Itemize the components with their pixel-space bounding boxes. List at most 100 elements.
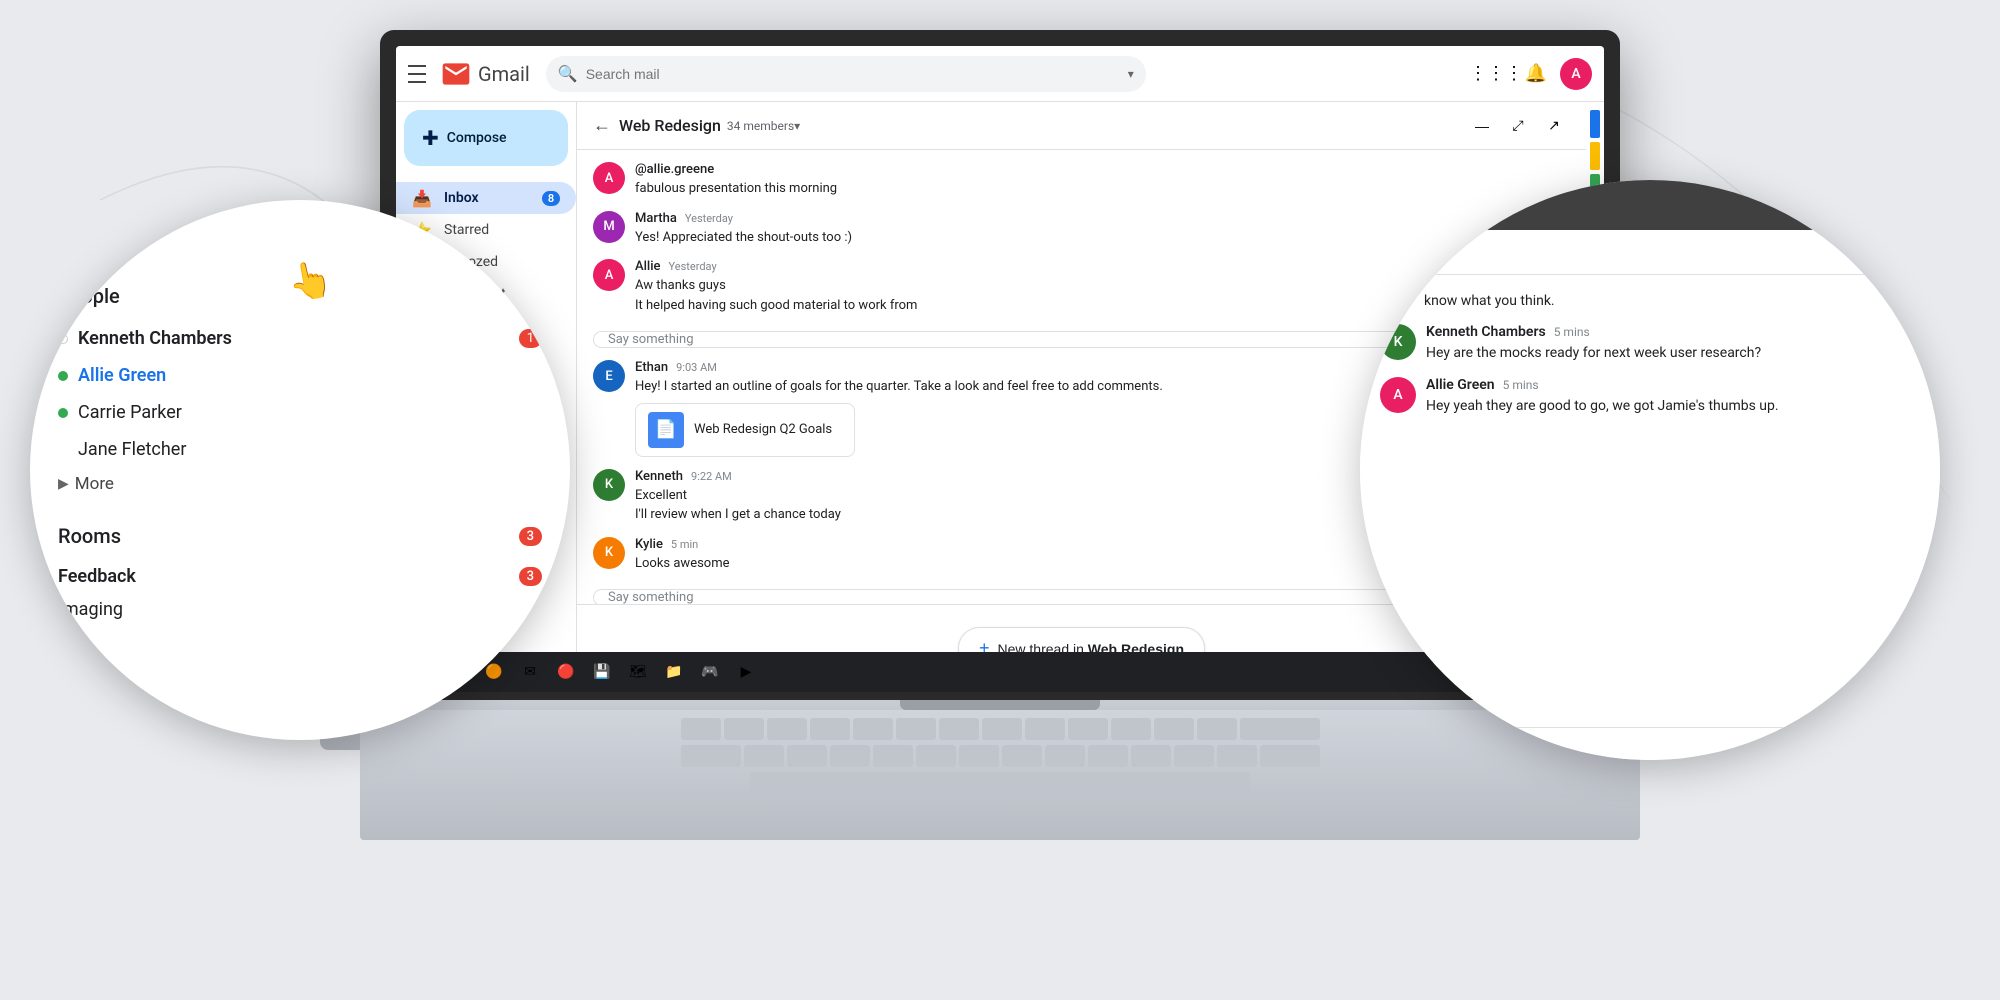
zoom-dropdown-label[interactable]: ▾: [92, 230, 102, 254]
thread-title: Web Redesign: [619, 116, 721, 135]
taskbar-icon-6[interactable]: 🗺: [624, 658, 652, 686]
msg-time-kylie: 5 min: [671, 538, 698, 551]
msg-time-kenneth: 9:22 AM: [691, 470, 732, 483]
msg-content-kenneth: Kenneth 9:22 AM ExcellentI'll review whe…: [635, 469, 841, 525]
kenneth-offline-dot: [58, 334, 68, 344]
msg-text-kylie: Looks awesome: [635, 554, 730, 574]
zoom-kenneth-time: 5 mins: [1554, 325, 1590, 339]
imaging-room-name: Imaging: [58, 599, 123, 620]
search-dropdown-icon[interactable]: ▾: [1128, 67, 1134, 81]
zoom-kenneth-sender: Kenneth Chambers: [1426, 324, 1546, 340]
msg-header: @allie.greene: [635, 162, 837, 177]
chat-expand-button[interactable]: ⤢: [1864, 193, 1888, 217]
zoom-nav-text: ▾: [92, 230, 102, 254]
thread-members: 34 members: [727, 119, 794, 133]
msg-time-allie: Yesterday: [669, 260, 717, 273]
compose-button[interactable]: ✚ Compose: [404, 110, 568, 166]
zoom-chat-actions: — ⤢ ✕: [1832, 193, 1920, 217]
attachment-card[interactable]: 📄 Web Redesign Q2 Goals: [635, 403, 855, 457]
zoom-allie-sender: Allie Green: [1426, 377, 1495, 393]
zoom-messages: know what you think. K Kenneth Chambers …: [1360, 275, 1940, 727]
back-button[interactable]: ←: [593, 115, 611, 136]
msg-sender-allie: Allie: [635, 259, 661, 274]
message-allie-greene: A @allie.greene fabulous presentation th…: [593, 162, 1570, 199]
laptop-hinge: [900, 700, 1100, 710]
gmail-label: Gmail: [478, 62, 530, 86]
msg-content-kylie: Kylie 5 min Looks awesome: [635, 537, 730, 574]
sidebar-inbox-label: Inbox: [444, 190, 542, 206]
more-label: More: [75, 474, 114, 494]
msg-continuation: know what you think.: [1380, 291, 1920, 312]
people-section-title: People: [58, 284, 120, 308]
taskbar-icon-9[interactable]: ▶: [732, 658, 760, 686]
jane-dot: [58, 445, 68, 455]
zoom-kenneth-text: Hey are the mocks ready for next week us…: [1426, 343, 1761, 365]
person-item-carrie[interactable]: Carrie Parker: [58, 394, 542, 431]
taskbar-icon-8[interactable]: 🎮: [696, 658, 724, 686]
zoom-back-icon[interactable]: ←: [58, 229, 80, 255]
zoom-allie-time: 5 mins: [1503, 378, 1539, 392]
notifications-button[interactable]: 🔔: [1520, 58, 1552, 90]
status-text: Active: [1398, 244, 1900, 260]
apps-button[interactable]: ⋮⋮⋮: [1480, 58, 1512, 90]
feedback-room-name: Feedback: [58, 566, 136, 587]
taskbar-icon-4[interactable]: 🔴: [552, 658, 580, 686]
msg-sender: @allie.greene: [635, 162, 714, 177]
inbox-badge: 8: [542, 191, 560, 206]
person-item-kenneth[interactable]: Kenneth Chambers 1: [58, 320, 542, 357]
gmail-topbar: Gmail 🔍 ▾ ⋮⋮⋮ 🔔 A: [396, 46, 1604, 102]
msg-header-kenneth: Kenneth 9:22 AM: [635, 469, 841, 484]
search-input[interactable]: [586, 66, 1120, 82]
zoom-allie-text: Hey yeah they are good to go, we got Jam…: [1426, 396, 1779, 418]
chat-minimize-button[interactable]: —: [1832, 193, 1856, 217]
msg-text: fabulous presentation this morning: [635, 179, 837, 199]
room-item-feedback[interactable]: Feedback 3: [58, 560, 542, 593]
msg-text-kenneth: ExcellentI'll review when I get a chance…: [635, 486, 841, 525]
chat-more-button[interactable]: ⋮: [1900, 240, 1920, 264]
expand-button[interactable]: ⤢: [1502, 110, 1534, 142]
taskbar-icon-3[interactable]: ✉: [516, 658, 544, 686]
msg-text-martha: Yes! Appreciated the shout-outs too :): [635, 228, 852, 248]
gmail-search-bar[interactable]: 🔍 ▾: [546, 56, 1146, 92]
attachment-doc-icon: 📄: [648, 412, 684, 448]
taskbar-icon-7[interactable]: 📁: [660, 658, 688, 686]
room-item-imaging[interactable]: Imaging: [58, 593, 542, 626]
kylie-avatar: K: [593, 537, 625, 569]
zoom-allie-body: Allie Green 5 mins Hey yeah they are goo…: [1426, 377, 1779, 418]
msg-content-ethan: Ethan 9:03 AM Hey! I started an outline …: [635, 360, 1163, 457]
msg-sender-kenneth: Kenneth: [635, 469, 683, 484]
search-icon: 🔍: [558, 64, 578, 83]
open-button[interactable]: ↗: [1538, 110, 1570, 142]
zoom-kenneth-header: Kenneth Chambers 5 mins: [1426, 324, 1761, 340]
kenneth-name: Kenneth Chambers: [78, 328, 519, 349]
user-avatar[interactable]: A: [1560, 58, 1592, 90]
topbar-right: ⋮⋮⋮ 🔔 A: [1480, 58, 1592, 90]
tab-yellow[interactable]: [1590, 142, 1600, 170]
kenneth-avatar: K: [593, 469, 625, 501]
msg-header-kylie: Kylie 5 min: [635, 537, 730, 552]
thread-dropdown-icon[interactable]: ▾: [794, 119, 800, 133]
thread-actions: — ⤢ ↗: [1466, 110, 1570, 142]
hamburger-menu[interactable]: [408, 62, 432, 86]
gmail-m-icon: [440, 58, 472, 90]
inbox-icon: 📥: [412, 188, 432, 208]
rooms-section-title: Rooms: [58, 524, 121, 548]
thread-header: ← Web Redesign 34 members ▾ — ⤢ ↗: [577, 102, 1586, 150]
person-item-allie[interactable]: Allie Green: [58, 357, 542, 394]
tab-blue[interactable]: [1590, 110, 1600, 138]
taskbar-icon-5[interactable]: 💾: [588, 658, 616, 686]
gmail-logo: Gmail: [440, 58, 530, 90]
carrie-name: Carrie Parker: [78, 402, 542, 423]
carrie-online-dot: [58, 408, 68, 418]
person-item-jane[interactable]: Jane Fletcher: [58, 431, 542, 468]
chat-close-button[interactable]: ✕: [1896, 193, 1920, 217]
msg-sender-martha: Martha: [635, 211, 677, 226]
msg-header-allie: Allie Yesterday: [635, 259, 917, 274]
msg-content-martha: Martha Yesterday Yes! Appreciated the sh…: [635, 211, 852, 248]
rooms-badge: 3: [519, 527, 542, 546]
minimize-button[interactable]: —: [1466, 110, 1498, 142]
sidebar-item-inbox[interactable]: 📥 Inbox 8: [396, 182, 576, 214]
more-people-item[interactable]: ▶ More: [58, 468, 542, 500]
zoom-msg-kenneth: K Kenneth Chambers 5 mins Hey are the mo…: [1380, 324, 1920, 365]
rooms-section: Rooms 3 Feedback 3 Imaging: [58, 516, 542, 626]
